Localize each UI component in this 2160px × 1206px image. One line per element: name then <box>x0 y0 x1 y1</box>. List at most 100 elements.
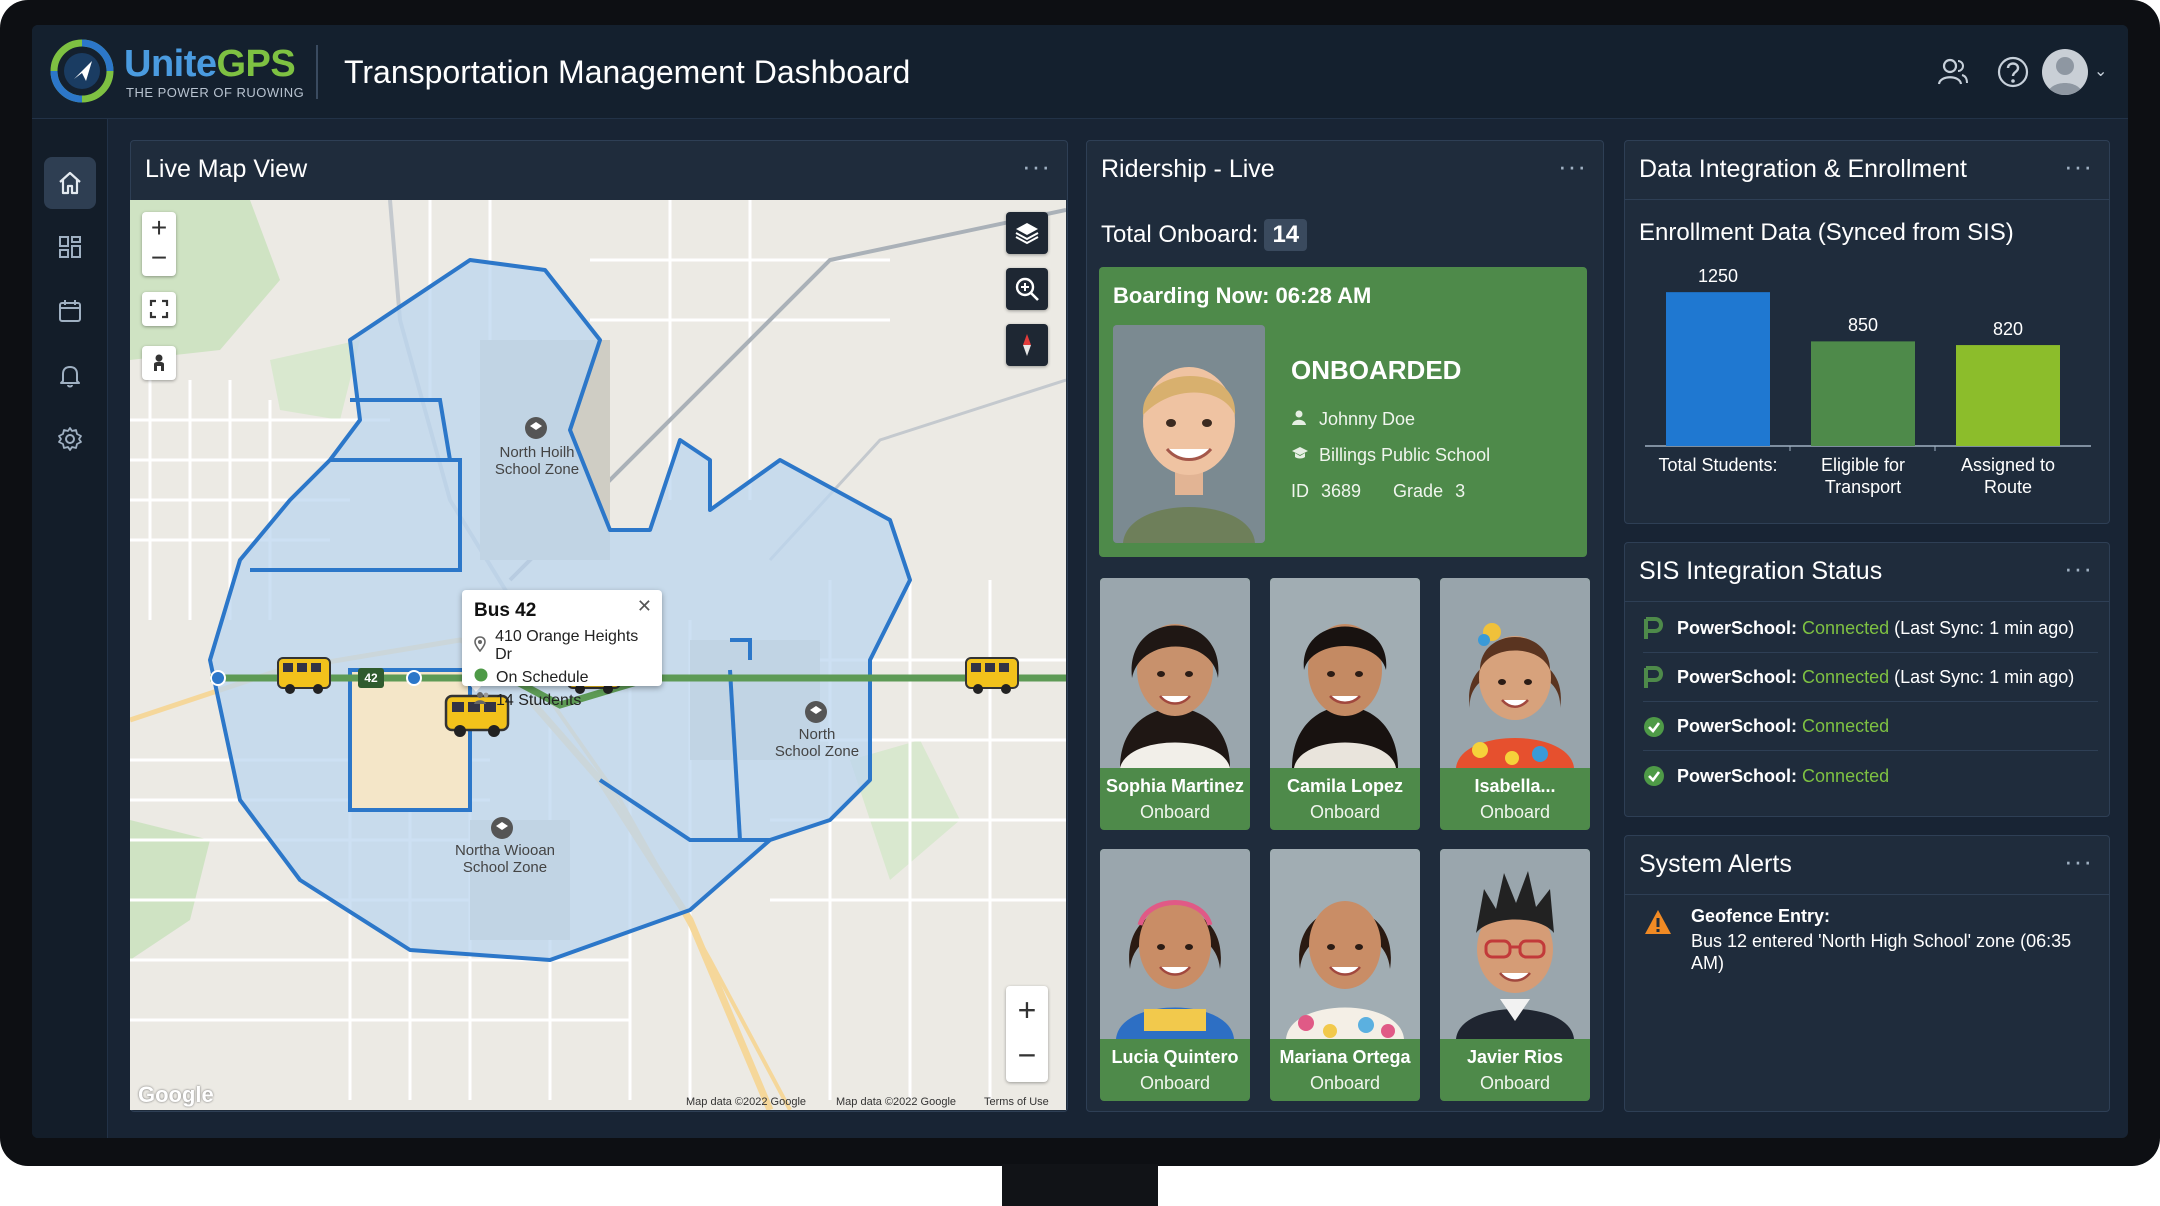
more-options-icon[interactable]: ··· <box>2064 151 2093 182</box>
zoom-out-button[interactable]: − <box>151 244 167 276</box>
sidebar-item-home[interactable] <box>44 157 96 209</box>
student-card[interactable]: Lucia Quintero Onboard <box>1100 849 1250 1101</box>
compass-button[interactable] <box>1006 324 1048 366</box>
sidebar-item-notifications[interactable] <box>44 349 96 401</box>
chevron-down-icon[interactable]: ⌄ <box>2094 61 2107 81</box>
zone-label: North School Zone <box>774 726 860 760</box>
bar-category-label: Eligible for Transport <box>1820 455 1906 497</box>
panel-title: System Alerts <box>1639 850 1792 878</box>
calendar-icon <box>59 300 81 322</box>
student-school-row: Billings Public School <box>1291 445 1490 466</box>
student-school: Billings Public School <box>1319 445 1491 465</box>
sis-status: Connected <box>1802 765 1890 786</box>
dashboard-screen: UniteGPS THE POWER OF RUOWING Transporta… <box>32 25 2128 1138</box>
student-photo <box>1113 325 1265 543</box>
layers-icon <box>1015 223 1039 245</box>
panel-divider <box>1625 894 2109 895</box>
boarding-time: Boarding Now: 06:28 AM <box>1113 283 1372 308</box>
check-circle-icon <box>1643 716 1667 738</box>
student-card-name: Isabella... <box>1474 776 1556 796</box>
panel-title: Data Integration & Enrollment <box>1639 155 1967 183</box>
chart-bar <box>1811 341 1915 446</box>
student-card-status: Onboard <box>1309 1073 1381 1093</box>
more-options-icon[interactable]: ··· <box>1558 151 1587 182</box>
route-stop-marker <box>210 670 226 686</box>
powerschool-icon <box>1643 616 1667 641</box>
panel-title: Ridership - Live <box>1101 155 1275 183</box>
student-card-name: Mariana Ortega <box>1279 1047 1411 1067</box>
bus-icon[interactable] <box>965 657 1019 694</box>
street-view-button[interactable] <box>142 346 176 380</box>
layers-button[interactable] <box>1006 212 1048 254</box>
zoom-in-button[interactable]: + <box>1018 986 1037 1034</box>
sis-status-row[interactable]: PowerSchool: Connected (Last Sync: 1 min… <box>1643 654 2098 702</box>
student-card[interactable]: Sophia Martinez Onboard <box>1100 578 1250 830</box>
zoom-in-button[interactable]: + <box>151 212 167 244</box>
panel-divider <box>1625 199 2109 200</box>
live-map[interactable]: North Hoilh School Zone North School Zone … <box>130 200 1066 1110</box>
compass-icon <box>1023 334 1031 356</box>
close-icon[interactable]: ✕ <box>637 596 652 617</box>
student-portrait-mariana <box>1270 849 1420 1039</box>
map-zoom-control: + − <box>142 212 176 276</box>
sis-status-row[interactable]: PowerSchool: Connected <box>1643 752 2098 800</box>
student-portrait-javier <box>1440 849 1590 1039</box>
student-name: Johnny Doe <box>1319 409 1416 429</box>
bus-icon[interactable] <box>277 657 331 694</box>
help-icon[interactable] <box>1996 55 2030 89</box>
powerschool-icon <box>1643 665 1667 690</box>
sidebar-item-dashboard[interactable] <box>44 221 96 273</box>
popup-status: On Schedule <box>496 668 589 686</box>
alert-title: Geofence Entry: <box>1691 906 1831 926</box>
boarding-now-card[interactable]: Boarding Now: 06:28 AM ONBOARDED Johnny … <box>1099 267 1587 557</box>
check-circle-icon <box>1643 765 1667 787</box>
user-avatar[interactable] <box>2042 49 2088 95</box>
sis-status-row[interactable]: PowerSchool: Connected <box>1643 703 2098 751</box>
student-card-name: Javier Rios <box>1466 1047 1564 1067</box>
student-portrait-lucia <box>1100 849 1250 1039</box>
users-icon[interactable] <box>1936 55 1970 89</box>
map-attribution: Map data ©2022 Google <box>686 1096 807 1108</box>
popup-address: 410 Orange Heights Dr <box>495 628 639 663</box>
person-icon <box>1291 409 1309 430</box>
location-pin-icon <box>474 635 489 657</box>
route-stop-marker <box>406 670 422 686</box>
sis-integration-panel: SIS Integration Status ··· PowerSchool: … <box>1624 542 2110 817</box>
bell-icon <box>60 366 80 388</box>
sidebar-item-settings[interactable] <box>44 413 96 465</box>
student-card[interactable]: Javier Rios Onboard <box>1440 849 1590 1101</box>
sis-status: Connected <box>1802 618 1890 638</box>
student-portrait-sophia <box>1100 578 1250 768</box>
map-search-button[interactable] <box>1006 268 1048 310</box>
student-name-row: Johnny Doe <box>1291 409 1415 430</box>
student-card-name: Camila Lopez <box>1286 776 1404 796</box>
more-options-icon[interactable]: ··· <box>2064 553 2093 584</box>
sis-last-sync: (Last Sync: 1 min ago) <box>1894 667 2075 687</box>
header-divider <box>316 45 318 99</box>
zoom-search-icon <box>1015 277 1039 301</box>
fullscreen-button[interactable] <box>142 292 176 326</box>
school-pin-icon <box>805 701 827 723</box>
popup-students: 14 Students <box>496 691 582 709</box>
status-dot-icon <box>474 668 490 687</box>
student-card[interactable]: Camila Lopez Onboard <box>1270 578 1420 830</box>
more-options-icon[interactable]: ··· <box>1022 151 1051 182</box>
alert-message: Bus 12 entered 'North High School' zone … <box>1691 931 2072 973</box>
terms-of-use-link[interactable]: Terms of Use <box>984 1096 1049 1108</box>
bar-category-label: Assigned to Route <box>1960 455 2056 497</box>
school-pin-icon <box>525 417 547 439</box>
student-card-status: Onboard <box>1479 1073 1551 1093</box>
students-icon <box>474 691 490 710</box>
warning-icon <box>1645 910 1671 934</box>
more-options-icon[interactable]: ··· <box>2064 846 2093 877</box>
student-card[interactable]: Isabella... Onboard <box>1440 578 1590 830</box>
chart-bar <box>1666 292 1770 446</box>
total-onboard-label: Total Onboard: <box>1101 221 1259 248</box>
sis-status-row[interactable]: PowerSchool: Connected (Last Sync: 1 min… <box>1643 605 2098 653</box>
pegman-icon <box>154 354 164 371</box>
avatar-silhouette-icon <box>2047 57 2083 95</box>
route-number-label: 42 <box>364 671 378 685</box>
zoom-out-button[interactable]: − <box>1018 1034 1037 1082</box>
student-card[interactable]: Mariana Ortega Onboard <box>1270 849 1420 1101</box>
sidebar-item-calendar[interactable] <box>44 285 96 337</box>
